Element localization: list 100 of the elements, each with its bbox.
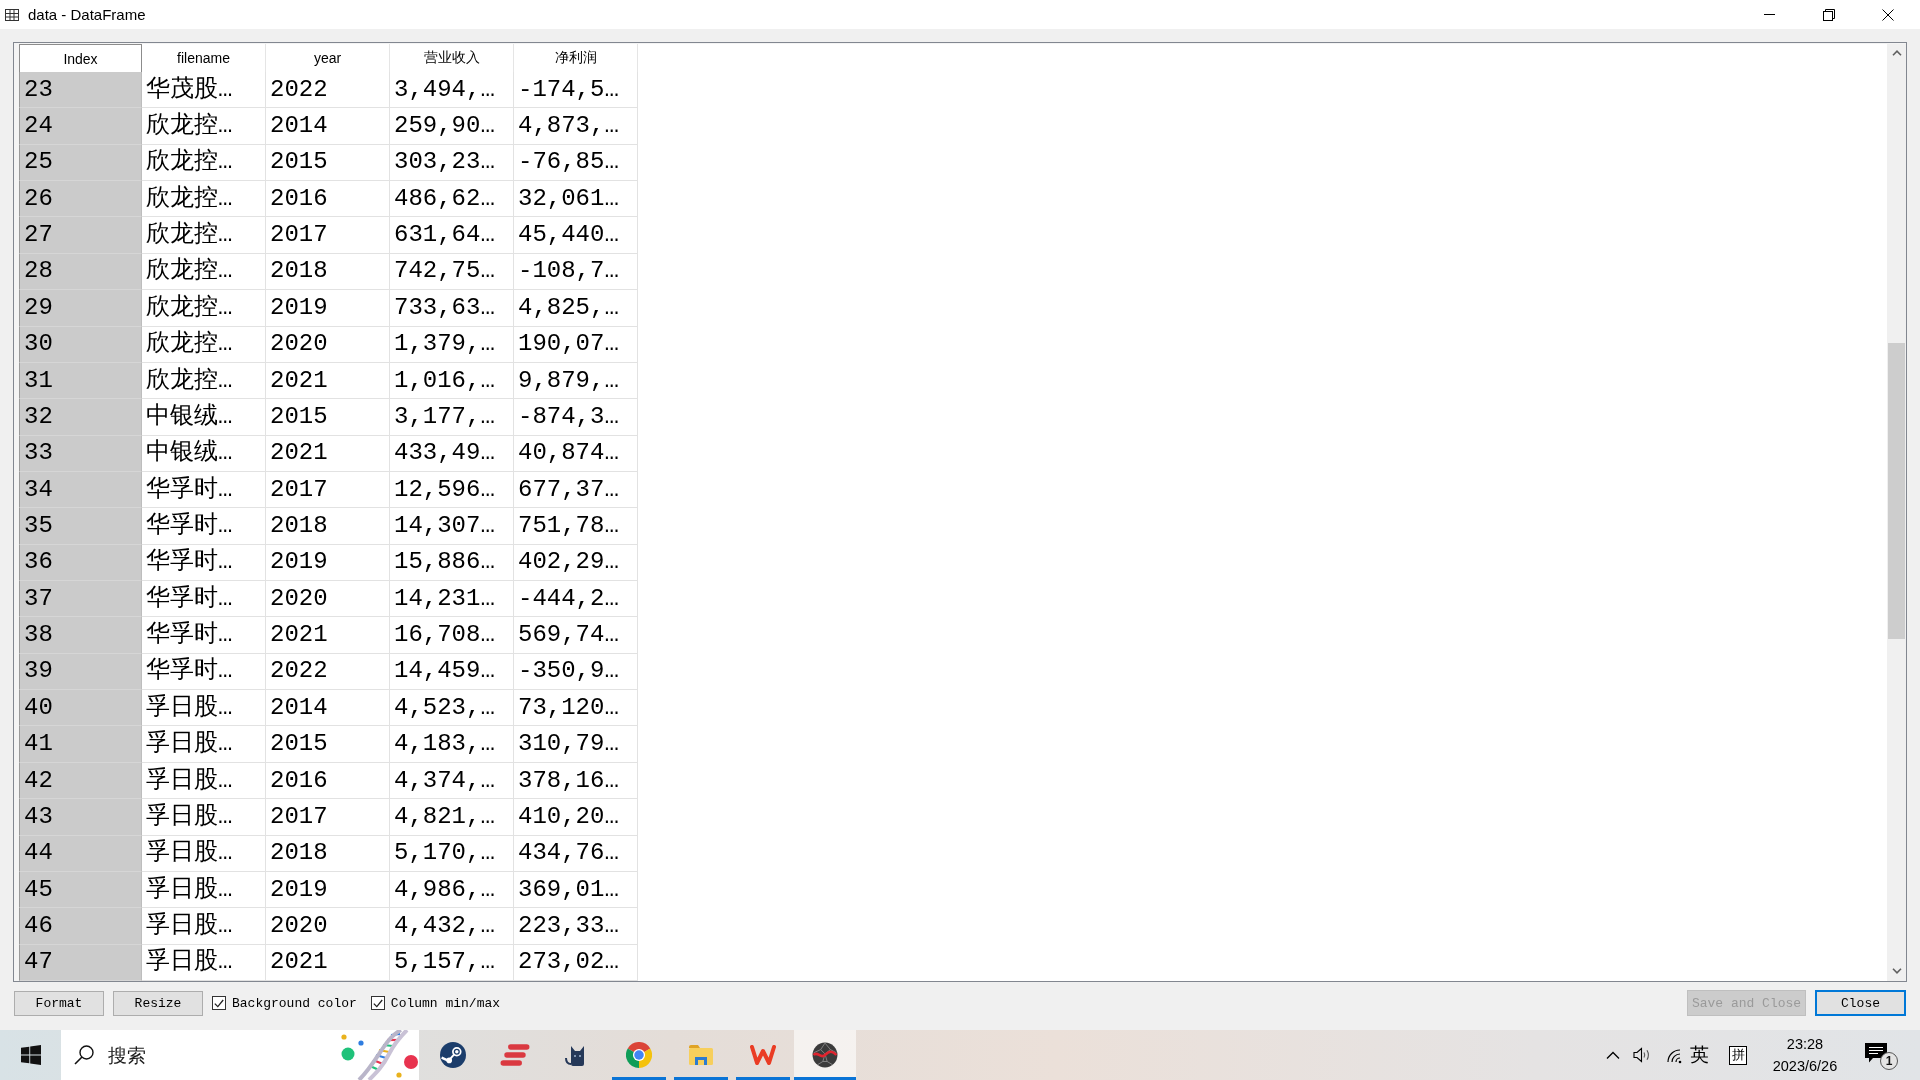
table-cell: 欣龙控… [142,326,266,363]
row-header: 27 [19,217,142,254]
row-header: 39 [19,653,142,691]
table-cell: 40,874… [514,435,638,472]
table-cell: 3,177,… [390,399,514,436]
row-header: 24 [19,108,142,145]
wifi-icon[interactable] [1665,1046,1682,1064]
table-cell: 2022 [266,72,390,109]
table-cell: 1,016,… [390,362,514,400]
table-cell: 2015 [266,144,390,182]
table-cell: 2022 [266,653,390,691]
ime-mode-indicator[interactable]: 拼 [1729,1045,1747,1065]
table-cell: 2017 [266,217,390,254]
checkbox[interactable] [370,996,385,1010]
table-cell: 2020 [266,581,390,618]
segmented-circle-icon [626,1042,652,1068]
table-cell: 45,440… [514,217,638,254]
piston-disc-icon [440,1042,466,1068]
table-cell: 孚日股… [142,762,266,800]
table-cell: 3,494,… [390,72,514,109]
table-cell: 4,183,… [390,726,514,763]
table-cell: 259,90… [390,108,514,145]
table-cell: 2014 [266,108,390,145]
row-header: 34 [19,471,142,509]
table-cell: 631,64… [390,217,514,254]
scroll-down-icon[interactable] [1891,968,1902,974]
table-cell: 2014 [266,690,390,727]
table-cell: 742,75… [390,253,514,291]
table-cell: 2020 [266,908,390,945]
toolbar-button[interactable]: Format [14,990,104,1016]
row-header: 45 [19,871,142,909]
table-cell: 孚日股… [142,908,266,945]
row-header: 33 [19,435,142,472]
table-cell: 303,23… [390,144,514,182]
table-cell: 欣龙控… [142,253,266,291]
four-panes-icon[interactable] [20,1045,41,1065]
toolbar-button[interactable]: Resize [113,990,203,1016]
table-cell: 15,886… [390,544,514,582]
table-cell: 中银绒… [142,399,266,436]
table-cell: 2021 [266,944,390,981]
row-header: 46 [19,908,142,945]
checkbox[interactable] [212,996,226,1010]
restore-icon[interactable] [1822,8,1835,21]
scrollbar-thumb[interactable] [1888,343,1905,639]
table-cell: 2021 [266,617,390,654]
table-cell: -174,5… [514,72,638,109]
table-cell: 2017 [266,799,390,836]
table-cell: 16,708… [390,617,514,654]
row-header: 32 [19,399,142,436]
dialog-button[interactable]: Close [1815,990,1906,1016]
table-cell: 310,79… [514,726,638,763]
table-cell: 4,374,… [390,762,514,800]
table-cell: -350,9… [514,653,638,691]
table-cell: 华孚时… [142,508,266,545]
scroll-up-icon[interactable] [1891,50,1902,56]
taskbar-time[interactable]: 23:28 [1786,1033,1824,1055]
table-cell: 2017 [266,471,390,509]
faceted-ball-icon [812,1042,838,1068]
column-header[interactable]: Index [19,44,142,72]
table-cell: 9,879,… [514,362,638,400]
table-cell: 73,120… [514,690,638,727]
taskbar-date[interactable]: 2023/6/26 [1772,1055,1838,1077]
table-cell: 2015 [266,399,390,436]
table-cell: 欣龙控… [142,181,266,218]
row-header: 42 [19,762,142,800]
row-header: 43 [19,799,142,836]
row-header: 47 [19,944,142,981]
table-cell: 华孚时… [142,653,266,691]
table-cell: 402,29… [514,544,638,582]
table-cell: 2020 [266,326,390,363]
table-cell: 欣龙控… [142,144,266,182]
table-cell: 32,061… [514,181,638,218]
table-cell: 2018 [266,508,390,545]
search-input[interactable]: 搜索 [108,1044,208,1066]
table-cell: 4,825,… [514,290,638,327]
input-language-indicator[interactable]: 英 [1690,1042,1709,1068]
table-cell: 410,20… [514,799,638,836]
checkbox-label[interactable]: Background color [232,995,357,1011]
chevron-up-icon[interactable] [1606,1051,1620,1059]
taskbar-button[interactable] [794,1030,856,1080]
checkbox-label[interactable]: Column min/max [390,995,501,1011]
table-cell: 273,02… [514,944,638,981]
vertical-scrollbar[interactable] [1887,44,1906,981]
close-icon[interactable] [1881,8,1894,21]
speaker-icon[interactable] [1633,1047,1651,1063]
table-cell: 2019 [266,544,390,582]
row-header: 36 [19,544,142,582]
table-cell: 433,49… [390,435,514,472]
table-cell: 434,76… [514,835,638,872]
table-cell: 孚日股… [142,726,266,763]
window-title: data - DataFrame [28,6,146,23]
table-cell: 4,821,… [390,799,514,836]
row-header: 28 [19,253,142,291]
table-cell: 733,63… [390,290,514,327]
row-header: 26 [19,181,142,218]
table-cell: 4,986,… [390,871,514,909]
table-cell: 4,523,… [390,690,514,727]
row-header: 29 [19,290,142,327]
table-cell: 华孚时… [142,544,266,582]
table-cell: 华茂股… [142,72,266,109]
